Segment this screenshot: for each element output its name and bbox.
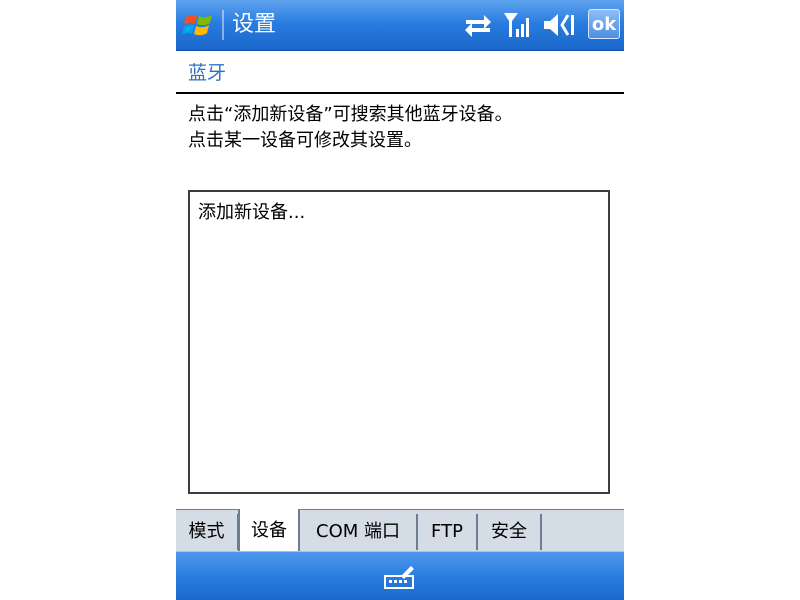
tab-com-ports[interactable]: COM 端口 — [300, 514, 418, 550]
window-title: 设置 — [232, 12, 277, 37]
description: 点击“添加新设备”可搜索其他蓝牙设备。 点击某一设备可修改其设置。 — [188, 102, 618, 154]
add-new-device-item[interactable]: 添加新设备... — [198, 200, 305, 226]
bottom-menu-bar — [176, 551, 624, 600]
heading-divider — [176, 92, 624, 94]
tab-mode[interactable]: 模式 — [176, 514, 239, 550]
tab-ftp[interactable]: FTP — [418, 514, 478, 550]
tab-security[interactable]: 安全 — [478, 514, 542, 550]
windows-start-icon[interactable] — [182, 8, 216, 42]
device-list[interactable]: 添加新设备... — [188, 190, 610, 494]
keyboard-input-icon[interactable] — [383, 564, 417, 590]
volume-icon[interactable] — [542, 9, 576, 41]
tab-strip: 模式 设备 COM 端口 FTP 安全 — [176, 509, 624, 551]
title-separator — [222, 10, 224, 40]
description-line-1: 点击“添加新设备”可搜索其他蓝牙设备。 — [188, 104, 513, 125]
ok-button[interactable]: ok — [588, 9, 620, 39]
tab-devices[interactable]: 设备 — [238, 509, 300, 551]
device-screen: 设置 ok 蓝牙 点击“添加新设备”可搜索其他蓝牙设备。 点击某一设备可修改其设… — [176, 0, 624, 600]
sync-icon[interactable] — [462, 9, 494, 41]
signal-icon[interactable] — [502, 9, 534, 41]
page-heading: 蓝牙 — [188, 62, 227, 84]
description-line-2: 点击某一设备可修改其设置。 — [188, 130, 422, 151]
title-bar: 设置 ok — [176, 0, 624, 51]
